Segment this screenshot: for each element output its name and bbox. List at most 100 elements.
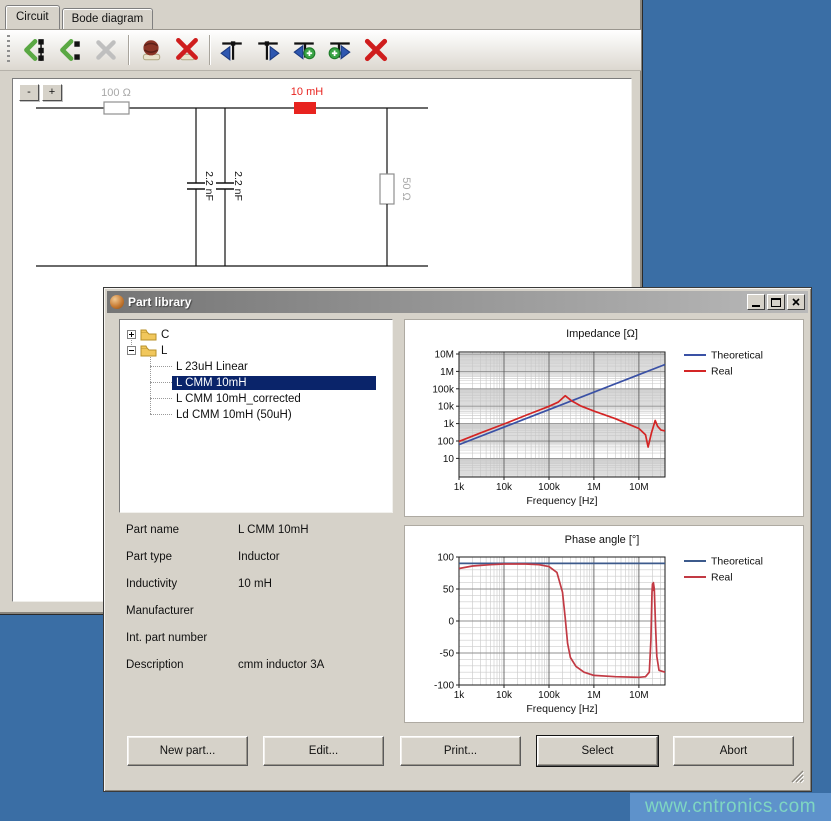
svg-text:100: 100 [437,437,454,448]
tab-circuit[interactable]: Circuit [5,5,60,29]
tree-item-label[interactable]: L CMM 10mH [172,376,376,390]
tab-bar: Circuit Bode diagram [5,2,155,29]
svg-text:-50: -50 [440,649,455,660]
probe-left-icon[interactable] [214,33,250,67]
select-button[interactable]: Select [537,736,658,766]
tree-item-selected[interactable]: L CMM 10mH [172,375,376,390]
tree-item[interactable]: Ld CMM 10mH (50uH) [172,407,376,422]
part-tree[interactable]: C L L 23uH Linear L CMM 10mH L CMM 10mH_… [119,319,393,513]
tree-line [150,366,172,367]
svg-text:10M: 10M [629,690,648,701]
svg-text:-100: -100 [434,681,454,692]
svg-text:1k: 1k [443,419,455,430]
svg-text:1k: 1k [454,690,466,701]
app-icon [110,295,124,309]
zoom-out-button[interactable]: - [19,84,39,101]
resistor-r2-label: 50 Ω [400,177,412,201]
print-button[interactable]: Print... [400,736,521,766]
toolbar-separator [128,35,129,65]
svg-text:Frequency [Hz]: Frequency [Hz] [526,703,597,715]
tab-bode-diagram[interactable]: Bode diagram [62,8,154,29]
maximize-button[interactable] [767,294,785,310]
watermark-text: www.cntronics.com [645,796,816,818]
folder-icon [140,344,157,357]
insert-left-alt-icon[interactable] [52,33,88,67]
insert-left-icon[interactable] [16,33,52,67]
tree-line [150,398,172,399]
svg-text:100k: 100k [538,690,561,701]
svg-text:10M: 10M [435,350,454,361]
svg-text:10k: 10k [438,402,455,413]
detail-label: Manufacturer [126,605,194,617]
run-simulation-icon[interactable] [133,33,169,67]
inductor-l1-label: 10 mH [291,86,323,98]
tree-item-label[interactable]: Ld CMM 10mH (50uH) [172,408,376,422]
detail-value: L CMM 10mH [238,524,309,536]
svg-text:0: 0 [448,617,454,628]
delete-probe-icon[interactable] [358,33,394,67]
resistor-r2[interactable] [380,174,394,204]
part-library-dialog: Part library C [103,287,812,792]
new-part-button[interactable]: New part... [127,736,248,766]
inductor-l1[interactable] [294,102,316,114]
tree-item[interactable]: L 23uH Linear [172,359,376,374]
tree-item-label[interactable]: L CMM 10mH_corrected [172,392,376,406]
toolbar-separator [209,35,210,65]
svg-text:50: 50 [443,585,455,596]
tree-node-label[interactable]: C [161,329,169,341]
svg-text:100k: 100k [538,482,561,493]
tree-node-l[interactable]: L [127,343,167,358]
add-probe-left-icon[interactable] [286,33,322,67]
phase-angle-chart: 1k10k100k1M10M100500-50-100Phase angle [… [405,526,803,722]
edit-button[interactable]: Edit... [263,736,384,766]
svg-text:100: 100 [437,553,454,564]
impedance-chart-panel: 1k10k100k1M10M101001k10k100k1M10MImpedan… [404,319,804,517]
detail-label: Description [126,659,184,671]
dialog-title: Part library [128,295,747,309]
zoom-in-button[interactable]: + [42,84,62,101]
tree-node-c[interactable]: C [127,327,169,342]
close-button[interactable] [787,294,805,310]
abort-button[interactable]: Abort [673,736,794,766]
svg-text:Theoretical: Theoretical [711,556,763,568]
resistor-r1[interactable] [104,102,129,114]
minimize-button[interactable] [747,294,765,310]
probe-right-icon[interactable] [250,33,286,67]
detail-label: Part name [126,524,179,536]
svg-text:Impedance [Ω]: Impedance [Ω] [566,328,638,340]
svg-text:Phase angle [°]: Phase angle [°] [565,534,640,546]
stop-simulation-icon[interactable] [169,33,205,67]
tree-item-label[interactable]: L 23uH Linear [172,360,376,374]
detail-value: Inductor [238,551,280,563]
svg-text:Real: Real [711,366,733,378]
tree-node-label[interactable]: L [161,345,167,357]
svg-text:1M: 1M [587,690,601,701]
svg-text:10M: 10M [629,482,648,493]
svg-text:100k: 100k [432,384,455,395]
detail-label: Inductivity [126,578,177,590]
svg-text:10: 10 [443,454,455,465]
resize-grip-icon[interactable] [791,770,804,788]
capacitor-c2-label: 2.2 nF [232,171,244,201]
resistor-r1-label: 100 Ω [101,87,131,99]
svg-text:1M: 1M [587,482,601,493]
watermark-band: www.cntronics.com [630,793,831,821]
svg-text:Frequency [Hz]: Frequency [Hz] [526,495,597,507]
desktop: Circuit Bode diagram [0,0,831,821]
detail-value: cmm inductor 3A [238,659,324,671]
folder-icon [140,328,157,341]
tree-item[interactable]: L CMM 10mH_corrected [172,391,376,406]
toolbar-grip[interactable] [7,35,10,65]
svg-text:Theoretical: Theoretical [711,350,763,362]
detail-label: Int. part number [126,632,207,644]
expander-minus-icon[interactable] [127,346,136,355]
detail-value: 10 mH [238,578,272,590]
detail-label: Part type [126,551,172,563]
dialog-client: C L L 23uH Linear L CMM 10mH L CMM 10mH_… [107,313,808,790]
svg-text:Real: Real [711,572,733,584]
zoom-controls: - + [19,84,65,101]
window-buttons [747,294,805,310]
dialog-titlebar[interactable]: Part library [107,291,808,313]
add-probe-right-icon[interactable] [322,33,358,67]
expander-plus-icon[interactable] [127,330,136,339]
